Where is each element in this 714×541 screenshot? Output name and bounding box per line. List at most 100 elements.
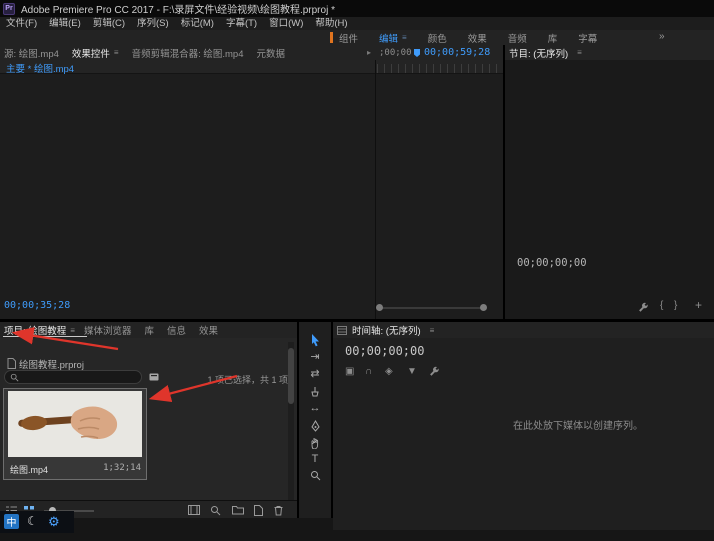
zoom-scrollbar-track[interactable] [381,307,483,309]
menu-bar: 文件(F) 编辑(E) 剪辑(C) 序列(S) 标记(M) 字幕(T) 窗口(W… [0,17,714,30]
timeline-settings-wrench-icon[interactable] [429,366,440,377]
razor-tool[interactable] [299,386,331,397]
slip-tool[interactable]: ↔ [299,402,331,415]
extract-button[interactable]: } [674,300,677,312]
active-tab-underline [3,336,87,337]
tab-program-monitor[interactable]: 节目: (无序列) [509,46,568,60]
workspace-overflow-button[interactable]: » [659,31,665,42]
media-item-cell[interactable]: 绘图.mp4 1;32;14 [3,388,147,480]
snap-toggle-button[interactable]: ∩ [365,366,372,378]
ime-settings-gear-icon[interactable]: ⚙ [48,513,60,530]
find-button[interactable] [210,505,221,516]
nest-toggle-button[interactable]: ▣ [345,366,354,378]
clip-marker-icon [413,48,421,58]
master-clip-label: 主要 * 绘图.mp4 [6,61,74,75]
menu-item-file[interactable]: 文件(F) [0,17,43,30]
premiere-app-icon: Pr [3,3,15,15]
workspace-tab-color[interactable]: 颜色 [428,31,447,45]
menu-item-window[interactable]: 窗口(W) [263,17,309,30]
tab-project[interactable]: 项目: 绘图教程 ≡ [4,323,75,337]
project-file-breadcrumb[interactable]: 绘图教程.prproj [19,357,84,371]
ime-moon-icon[interactable]: ☾ [27,514,38,529]
workspace-tab-editing-label: 编辑 [379,31,398,45]
media-item-duration: 1;32;14 [103,463,141,473]
search-box[interactable] [4,370,142,384]
workspace-tab-titles[interactable]: 字幕 [578,31,597,45]
new-bin-button[interactable] [232,505,244,515]
effect-controls-panel-menu-icon[interactable]: ≡ [114,48,119,57]
menu-item-clip[interactable]: 剪辑(C) [87,17,131,30]
timeline-empty-message: 在此处放下媒体以创建序列。 [503,417,653,432]
linked-selection-button[interactable]: ◈ [385,366,393,378]
track-select-forward-tool[interactable]: ⇥ [299,351,331,364]
effect-controls-divider[interactable] [375,60,376,319]
source-current-timecode[interactable]: 00;00;35;28 [4,300,70,311]
premiere-app-window: Pr Adobe Premiere Pro CC 2017 - F:\录屏文件\… [0,0,714,541]
workspace-tab-editing[interactable]: 编辑 ≡ [379,31,407,45]
program-monitor-panel: 节目: (无序列) ≡ 00;00;00;00 { } + [505,45,714,319]
timeline-tabbar: 时间轴: (无序列) ≡ [333,322,714,338]
project-scrollbar-thumb[interactable] [288,348,294,404]
button-editor-button[interactable]: + [695,299,702,311]
project-scrollbar[interactable] [288,342,294,518]
ime-language-button[interactable]: 中 [4,514,19,529]
delete-button[interactable] [274,505,283,516]
pen-tool[interactable] [299,420,331,432]
lift-button[interactable]: { [660,300,663,312]
workspace-tab-libraries[interactable]: 库 [548,31,558,45]
project-panel-menu-icon[interactable]: ≡ [70,326,75,335]
tab-effect-controls[interactable]: 效果控件 ≡ [72,46,119,60]
ripple-edit-tool[interactable]: ⇄ [299,368,331,381]
timeline-panel-menu-icon[interactable]: ≡ [430,326,435,335]
program-current-timecode[interactable]: 00;00;00;00 [517,257,587,269]
new-item-button[interactable] [254,505,263,516]
selection-tool[interactable] [299,334,331,347]
tab-info[interactable]: 信息 [167,323,186,337]
tab-libraries[interactable]: 库 [144,323,154,337]
tab-effects[interactable]: 效果 [199,323,218,337]
zoom-handle-left[interactable] [376,304,383,311]
program-panel-tabbar: 节目: (无序列) ≡ [505,45,714,60]
add-marker-button[interactable]: ▼ [407,366,417,378]
program-settings-wrench-icon[interactable] [638,302,649,313]
title-bar: Pr Adobe Premiere Pro CC 2017 - F:\录屏文件\… [0,0,714,17]
project-file-icon [7,358,16,369]
tab-media-browser[interactable]: 媒体浏览器 [84,323,132,337]
timeline-current-timecode[interactable]: 00;00;00;00 [345,344,424,358]
effect-controls-panel: 源: 绘图.mp4 效果控件 ≡ 音频剪辑混合器: 绘图.mp4 元数据 ▸ ;… [0,45,503,319]
zoom-handle-right[interactable] [480,304,487,311]
media-item-name: 绘图.mp4 [10,463,48,476]
project-panel: 项目: 绘图教程 ≡ 媒体浏览器 库 信息 效果 绘图教程.prproj [0,322,297,518]
marker-timecode: 00;00;59;28 [424,47,490,58]
program-panel-menu-icon[interactable]: ≡ [577,48,582,57]
tools-panel: ⇥ ⇄ ↔ T [299,322,331,518]
tab-timeline[interactable]: 时间轴: (无序列) [352,323,421,337]
search-icon [10,373,19,382]
workspace-tab-assembly[interactable]: 组件 [339,31,358,45]
menu-item-title[interactable]: 字幕(T) [220,17,263,30]
window-title: Adobe Premiere Pro CC 2017 - F:\录屏文件\经验视… [21,1,335,16]
zoom-tool[interactable] [299,470,331,481]
tab-project-label: 项目: 绘图教程 [4,323,66,337]
ruler-start-label: ;00;00 [379,48,412,58]
workspace-accent-marker [330,32,333,43]
menu-item-sequence[interactable]: 序列(S) [131,17,175,30]
menu-item-help[interactable]: 帮助(H) [309,17,353,30]
effect-controls-ruler[interactable] [377,64,501,73]
tab-effect-controls-label: 效果控件 [72,46,110,60]
workspace-tab-effects[interactable]: 效果 [468,31,487,45]
workspace-menu-icon[interactable]: ≡ [402,33,407,42]
ruler-playhead-icon: ▸ [367,48,371,57]
selection-status: 1 项已选择，共 1 项 [150,373,288,386]
tab-source-monitor[interactable]: 源: 绘图.mp4 [4,46,59,60]
type-tool[interactable]: T [299,453,331,466]
ime-toolbar: 中 ☾ ⚙ [0,511,74,533]
search-input[interactable] [23,372,136,382]
automate-to-sequence-button[interactable] [188,505,200,515]
tab-audio-clip-mixer[interactable]: 音频剪辑混合器: 绘图.mp4 [132,46,244,60]
workspace-tab-audio[interactable]: 音频 [508,31,527,45]
menu-item-marker[interactable]: 标记(M) [175,17,220,30]
hand-tool[interactable] [299,437,331,449]
tab-metadata[interactable]: 元数据 [257,46,286,60]
menu-item-edit[interactable]: 编辑(E) [43,17,87,30]
